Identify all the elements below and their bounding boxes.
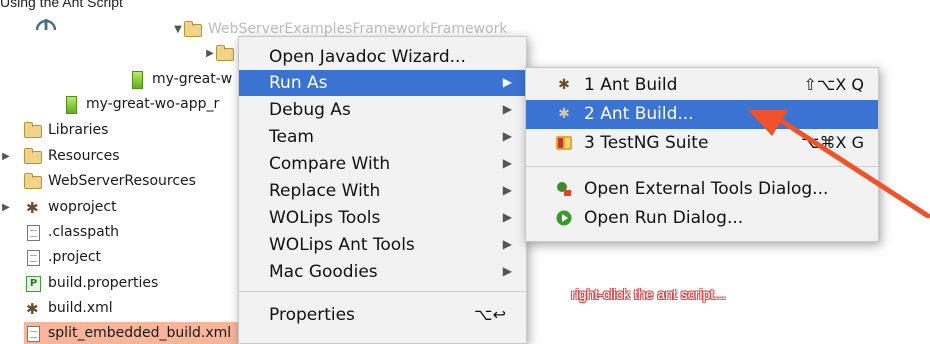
submenu-item-label: Open Run Dialog... (584, 208, 744, 228)
tree-item-label: build.xml (48, 300, 113, 316)
annotation-arrow-icon (748, 110, 930, 219)
ant-icon: ✱ (558, 77, 570, 93)
tree-item-split-embedded-build[interactable]: split_embedded_build.xml (24, 322, 250, 344)
info-icon (36, 19, 56, 30)
tree-item-label: .classpath (48, 224, 120, 240)
menu-item-label: Compare With (269, 154, 391, 174)
menu-item-open-javadoc-wizard[interactable]: Open Javadoc Wizard... (239, 44, 526, 70)
ant-icon: ✱ (558, 106, 570, 122)
tree-item-project[interactable]: .project (12, 246, 101, 268)
menu-item-replace-with[interactable]: Replace With ▶ (239, 178, 526, 204)
tree-item-webserverresources[interactable]: WebServerResources (12, 170, 196, 192)
tree-item-label: split_embedded_build.xml (48, 325, 232, 341)
submenu-item-label: 2 Ant Build... (584, 104, 694, 124)
tree-item-resources[interactable]: ▶ Resources (0, 145, 120, 167)
folder-icon (24, 122, 42, 138)
menu-item-label: Replace With (269, 181, 381, 201)
tree-item-woproject[interactable]: ▶ ✱ woproject (0, 196, 117, 218)
menu-item-team[interactable]: Team ▶ (239, 124, 526, 150)
tree-item-libraries[interactable]: Libraries (12, 119, 108, 141)
menu-item-label: WOLips Ant Tools (269, 235, 415, 255)
submenu-arrow-icon: ▶ (502, 102, 512, 116)
menu-item-run-as[interactable]: Run As ▶ (239, 70, 526, 96)
tree-item-build-properties[interactable]: P build.properties (12, 272, 158, 294)
menu-item-compare-with[interactable]: Compare With ▶ (239, 151, 526, 177)
tree-item-bundle[interactable]: my-great-wo-app_r (62, 93, 219, 115)
menu-item-label: Mac Goodies (269, 262, 378, 282)
expand-icon[interactable]: ▶ (0, 151, 12, 162)
submenu-item-ant-build[interactable]: ✱ 1 Ant Build ⇧⌥X Q (526, 71, 878, 100)
folder-icon (24, 148, 42, 164)
page-caption: Using the Ant Script (0, 0, 123, 10)
submenu-arrow-icon: ▶ (502, 129, 512, 143)
expand-icon[interactable]: ▶ (0, 202, 12, 213)
menu-item-wolips-tools[interactable]: WOLips Tools ▶ (239, 205, 526, 231)
bundle-icon (128, 71, 146, 89)
menu-item-label: Properties (269, 305, 355, 325)
menu-item-properties[interactable]: Properties ⌥↩ (239, 302, 526, 328)
ant-folder-icon: ✱ (26, 199, 39, 217)
tree-item-label: Libraries (48, 122, 109, 138)
submenu-arrow-icon: ▶ (502, 183, 512, 197)
menu-item-label: WOLips Tools (269, 208, 381, 228)
tree-item-classpath[interactable]: .classpath (12, 221, 119, 243)
folder-icon (216, 45, 234, 61)
menu-shortcut: ⌥↩ (474, 305, 506, 324)
tree-item-label: .project (48, 249, 102, 265)
submenu-arrow-icon: ▶ (502, 75, 512, 89)
tree-item-label: my-great-w (152, 71, 233, 87)
menu-item-label: Debug As (269, 100, 351, 120)
bundle-icon (62, 96, 80, 114)
file-icon (24, 225, 42, 241)
submenu-item-label: 1 Ant Build (584, 75, 678, 95)
tree-item-bundle[interactable]: my-great-w (128, 68, 232, 90)
menu-item-wolips-ant-tools[interactable]: WOLips Ant Tools ▶ (239, 232, 526, 258)
menu-item-mac-goodies[interactable]: Mac Goodies ▶ (239, 259, 526, 285)
annotation-note: right-click the ant script... (571, 286, 726, 302)
menu-item-debug-as[interactable]: Debug As ▶ (239, 97, 526, 123)
tree-row-partial[interactable]: ▶ (204, 42, 234, 64)
external-tools-icon (556, 181, 572, 197)
submenu-arrow-icon: ▶ (502, 264, 512, 278)
tree-item-label: build.properties (48, 275, 159, 291)
expand-icon[interactable]: ▼ (172, 24, 184, 35)
file-icon (24, 250, 42, 266)
folder-icon (24, 173, 42, 189)
folder-icon (184, 21, 202, 37)
expand-icon[interactable]: ▶ (204, 48, 216, 59)
ant-file-icon: ✱ (26, 300, 39, 318)
tree-item-label: WebServerExamplesFrameworkFramework (208, 21, 508, 37)
tree-item-label: my-great-wo-app_r (86, 96, 220, 112)
tree-item-label: Resources (48, 148, 120, 164)
menu-shortcut: ⇧⌥X Q (803, 75, 864, 94)
file-icon (24, 326, 42, 342)
tree-item-label: woproject (48, 199, 117, 215)
submenu-arrow-icon: ▶ (502, 237, 512, 251)
menu-item-label: Run As (269, 73, 328, 93)
menu-item-label: Open Javadoc Wizard... (269, 47, 466, 67)
run-icon (556, 210, 572, 226)
submenu-arrow-icon: ▶ (502, 210, 512, 224)
testng-icon (556, 135, 572, 151)
submenu-arrow-icon: ▶ (502, 156, 512, 170)
menu-item-label: Team (269, 127, 314, 147)
tree-item-build-xml[interactable]: ✱ build.xml (12, 297, 113, 319)
submenu-item-label: 3 TestNG Suite (584, 133, 709, 153)
tree-item-label: WebServerResources (48, 173, 196, 189)
context-menu: Open Javadoc Wizard... Run As ▶ Debug As… (238, 36, 527, 344)
properties-file-icon: P (24, 276, 42, 292)
menu-separator (239, 291, 526, 292)
